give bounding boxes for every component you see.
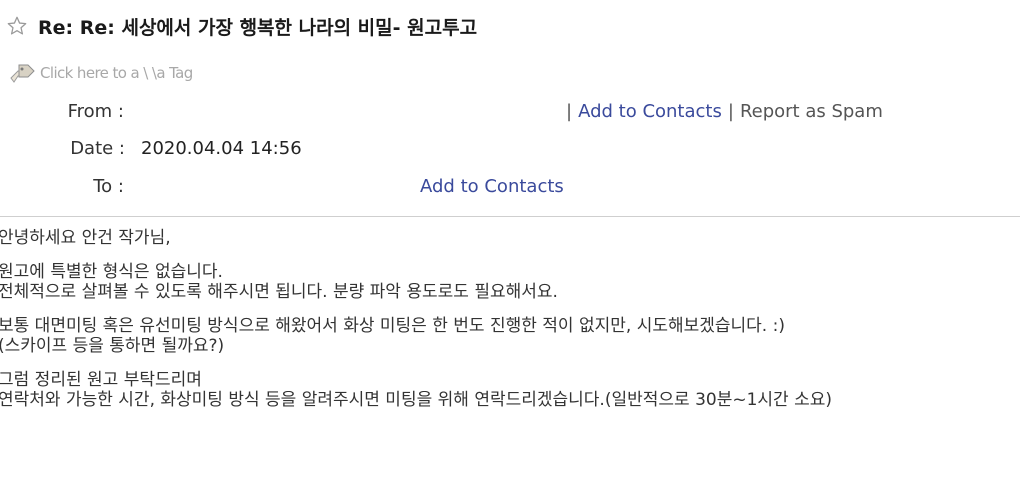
add-tag-link[interactable]: Click here to a \ \a Tag xyxy=(40,64,193,82)
to-row: To : Add to Contacts xyxy=(0,173,1020,199)
separator: | xyxy=(566,100,573,122)
body-line: 연락처와 가능한 시간, 화상미팅 방식 등을 알려주시면 미팅을 위해 연락드… xyxy=(0,390,833,410)
body-line: 보통 대면미팅 혹은 유선미팅 방식으로 해왔어서 화상 미팅은 한 번도 진행… xyxy=(0,316,785,336)
from-value: | Add to Contacts | Report as Spam xyxy=(142,101,883,122)
body-line: 그럼 정리된 원고 부탁드리며 xyxy=(0,370,202,390)
tag-row[interactable]: Click here to a \ \a Tag xyxy=(8,60,193,86)
email-subject: Re: Re: 세상에서 가장 행복한 나라의 비밀- 원고투고 xyxy=(38,16,478,39)
body-line: (스카이프 등을 통하면 될까요?) xyxy=(0,336,225,356)
date-row: Date : 2020.04.04 14:56 xyxy=(0,135,1020,161)
from-redacted xyxy=(142,101,560,121)
report-spam-link[interactable]: Report as Spam xyxy=(740,101,883,122)
body-line: 안녕하세요 안건 작가님, xyxy=(0,228,171,248)
to-redacted xyxy=(142,176,414,196)
tag-hand-icon[interactable] xyxy=(8,61,36,85)
subject-row: Re: Re: 세상에서 가장 행복한 나라의 비밀- 원고투고 xyxy=(6,12,477,40)
body-line: 전체적으로 살펴볼 수 있도록 해주시면 됩니다. 분량 파악 용도로도 필요해… xyxy=(0,282,558,302)
body-line: 원고에 특별한 형식은 없습니다. xyxy=(0,262,223,282)
to-label: To : xyxy=(93,175,124,197)
to-value: Add to Contacts xyxy=(142,176,564,197)
body-paragraph: 안녕하세요 안건 작가님, xyxy=(0,228,1018,248)
body-paragraph: 그럼 정리된 원고 부탁드리며 연락처와 가능한 시간, 화상미팅 방식 등을 … xyxy=(0,370,1018,410)
header-divider xyxy=(0,216,1020,217)
date-value: 2020.04.04 14:56 xyxy=(141,137,302,159)
body-paragraph: 보통 대면미팅 혹은 유선미팅 방식으로 해왔어서 화상 미팅은 한 번도 진행… xyxy=(0,316,1018,356)
from-row: From : | Add to Contacts | Report as Spa… xyxy=(0,98,1020,124)
email-body: 안녕하세요 안건 작가님, 원고에 특별한 형식은 없습니다. 전체적으로 살펴… xyxy=(0,228,1018,424)
body-paragraph: 원고에 특별한 형식은 없습니다. 전체적으로 살펴볼 수 있도록 해주시면 됩… xyxy=(0,262,1018,302)
date-label: Date : xyxy=(70,137,125,159)
add-to-contacts-link-to[interactable]: Add to Contacts xyxy=(420,176,564,197)
add-to-contacts-link[interactable]: Add to Contacts xyxy=(578,101,722,122)
from-label: From : xyxy=(67,100,124,122)
star-outline-icon[interactable] xyxy=(6,15,28,37)
separator: | xyxy=(727,100,734,122)
